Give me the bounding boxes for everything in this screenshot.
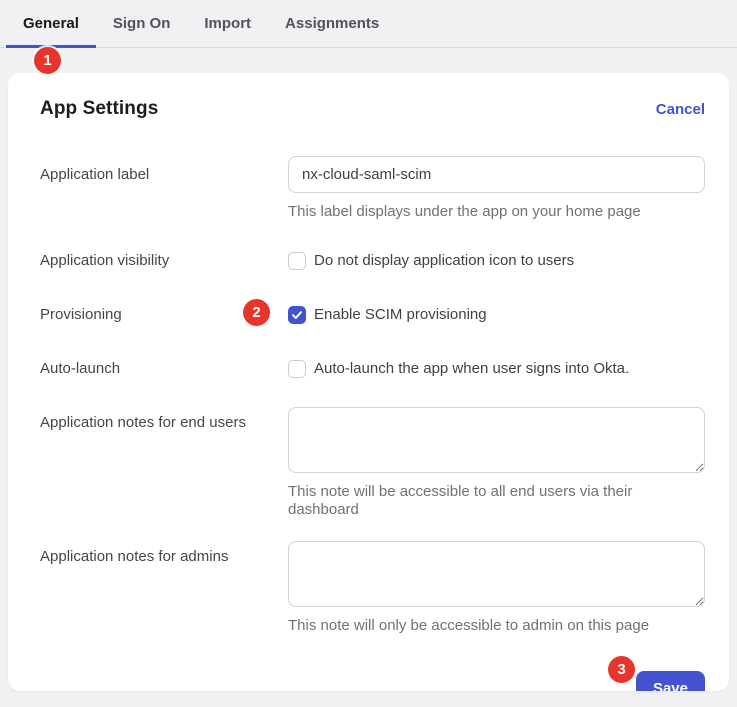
notes-admins-label: Application notes for admins (40, 541, 288, 567)
application-label-control: This label displays under the app on you… (288, 156, 705, 221)
annotation-badge-2: 2 (243, 299, 270, 326)
page-title: App Settings (40, 98, 158, 120)
notes-end-users-helper: This note will be accessible to all end … (288, 483, 705, 519)
application-label-label: Application label (40, 156, 288, 185)
tab-general[interactable]: General (6, 0, 96, 47)
save-button[interactable]: Save (636, 671, 705, 691)
auto-launch-label: Auto-launch (40, 359, 288, 379)
application-label-helper: This label displays under the app on you… (288, 203, 705, 221)
tab-assignments[interactable]: Assignments (268, 0, 396, 47)
annotation-badge-3: 3 (608, 656, 635, 683)
application-visibility-control: Do not display application icon to users (288, 251, 705, 271)
notes-admins-row: Application notes for admins This note w… (40, 541, 705, 635)
application-visibility-label: Application visibility (40, 251, 288, 271)
notes-end-users-row: Application notes for end users This not… (40, 407, 705, 519)
cancel-button[interactable]: Cancel (656, 101, 705, 118)
tab-import[interactable]: Import (187, 0, 268, 47)
check-icon (291, 309, 303, 321)
annotation-badge-1: 1 (34, 47, 61, 74)
auto-launch-control: Auto-launch the app when user signs into… (288, 359, 705, 379)
notes-admins-control: This note will only be accessible to adm… (288, 541, 705, 635)
notes-end-users-control: This note will be accessible to all end … (288, 407, 705, 519)
provisioning-control: Enable SCIM provisioning (288, 305, 705, 325)
application-label-row: Application label This label displays un… (40, 156, 705, 221)
card-header: App Settings Cancel (40, 97, 705, 121)
provisioning-checkbox[interactable] (288, 306, 306, 324)
auto-launch-checkbox-label: Auto-launch the app when user signs into… (314, 359, 629, 379)
notes-end-users-label: Application notes for end users (40, 407, 288, 433)
save-row: Save (40, 671, 705, 691)
notes-end-users-textarea[interactable] (288, 407, 705, 473)
application-visibility-row: Application visibility Do not display ap… (40, 251, 705, 271)
notes-admins-helper: This note will only be accessible to adm… (288, 617, 705, 635)
application-label-input[interactable] (288, 156, 705, 193)
provisioning-row: Provisioning Enable SCIM provisioning (40, 305, 705, 325)
application-visibility-checkbox[interactable] (288, 252, 306, 270)
notes-admins-textarea[interactable] (288, 541, 705, 607)
app-settings-card: App Settings Cancel Application label Th… (8, 73, 729, 691)
application-visibility-checkbox-label: Do not display application icon to users (314, 251, 574, 271)
auto-launch-row: Auto-launch Auto-launch the app when use… (40, 359, 705, 379)
tab-sign-on[interactable]: Sign On (96, 0, 188, 47)
app-tabs: General Sign On Import Assignments (0, 0, 737, 48)
provisioning-checkbox-label: Enable SCIM provisioning (314, 305, 487, 325)
auto-launch-checkbox[interactable] (288, 360, 306, 378)
